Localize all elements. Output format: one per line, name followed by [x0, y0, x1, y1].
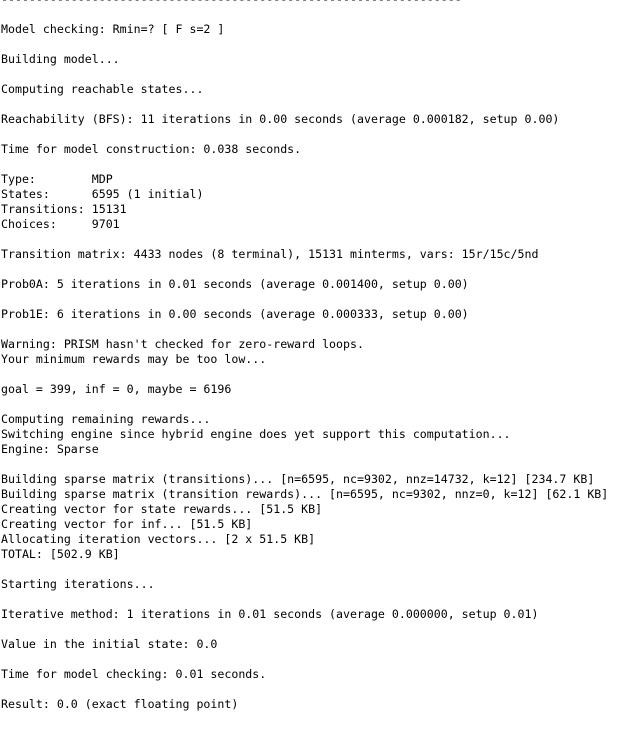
console-line: Switching engine since hybrid engine doe…: [1, 427, 511, 441]
console-line: ----------------------------------------…: [1, 0, 615, 7]
console-line: Computing reachable states...: [1, 82, 204, 96]
console-line: Iterative method: 1 iterations in 0.01 s…: [1, 607, 539, 621]
console-line: Warning: PRISM hasn't checked for zero-r…: [1, 337, 364, 351]
console-line: goal = 399, inf = 0, maybe = 6196: [1, 382, 232, 396]
console-line: Engine: Sparse: [1, 442, 99, 456]
console-line: Transition matrix: 4433 nodes (8 termina…: [1, 247, 539, 261]
console-line: Reachability (BFS): 11 iterations in 0.0…: [1, 112, 560, 126]
console-line: Prob1E: 6 iterations in 0.00 seconds (av…: [1, 307, 469, 321]
console-output[interactable]: ----------------------------------------…: [1, 0, 615, 712]
console-line: Building model...: [1, 52, 120, 66]
console-line: TOTAL: [502.9 KB]: [1, 547, 120, 561]
console-line: Prob0A: 5 iterations in 0.01 seconds (av…: [1, 277, 469, 291]
console-line: Building sparse matrix (transitions)... …: [1, 472, 595, 486]
console-line: Starting iterations...: [1, 577, 155, 591]
console-line: Type: MDP: [1, 172, 113, 186]
console-line: Creating vector for state rewards... [51…: [1, 502, 323, 516]
console-line: Building sparse matrix (transition rewar…: [1, 487, 609, 501]
console-line: States: 6595 (1 initial): [1, 187, 204, 201]
console-line: Result: 0.0 (exact floating point): [1, 697, 239, 711]
console-line: Value in the initial state: 0.0: [1, 637, 218, 651]
console-line: Choices: 9701: [1, 217, 120, 231]
console-line: Creating vector for inf... [51.5 KB]: [1, 517, 253, 531]
console-line: Transitions: 15131: [1, 202, 127, 216]
console-line: Time for model construction: 0.038 secon…: [1, 142, 302, 156]
console-line: Your minimum rewards may be too low...: [1, 352, 267, 366]
console-line: Time for model checking: 0.01 seconds.: [1, 667, 267, 681]
console-line: Allocating iteration vectors... [2 x 51.…: [1, 532, 316, 546]
console-line: Computing remaining rewards...: [1, 412, 211, 426]
console-line: Model checking: Rmin=? [ F s=2 ]: [1, 22, 225, 36]
